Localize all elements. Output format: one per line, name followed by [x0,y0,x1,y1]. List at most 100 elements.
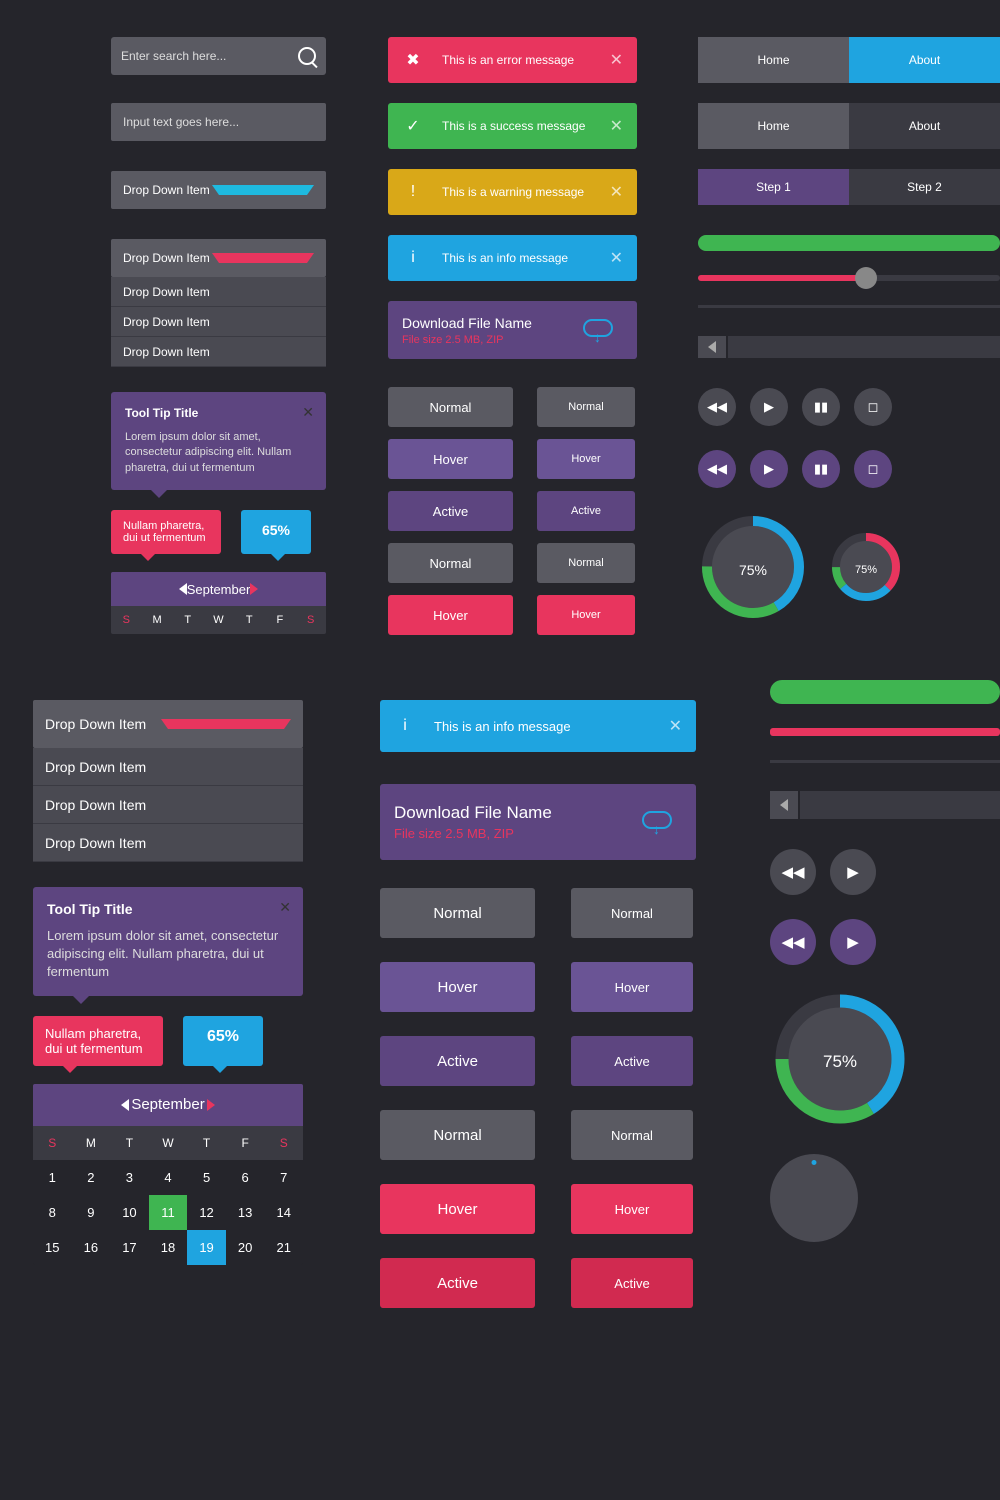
cloud-download-icon[interactable] [642,811,672,829]
step-2[interactable]: Step 2 [849,169,1000,205]
stop-button[interactable]: ◻ [854,450,892,488]
button-normal[interactable]: Normal [380,1110,535,1160]
close-icon[interactable]: ✕ [610,182,623,202]
calendar-day[interactable]: 18 [149,1230,188,1265]
slider-knob[interactable] [855,267,877,289]
button-hover[interactable]: Hover [537,439,635,479]
dropdown-item[interactable]: Drop Down Item [111,307,326,337]
pause-button[interactable]: ▮▮ [802,450,840,488]
calendar-day[interactable]: 3 [110,1160,149,1195]
calendar[interactable]: September S M T W T F S [111,572,326,634]
text-input[interactable]: Input text goes here... [111,103,326,141]
step-progress[interactable]: Step 1Step 2 [698,169,1000,205]
dial-knob[interactable] [770,1154,858,1242]
button-normal[interactable]: Normal [388,387,513,427]
back-icon[interactable] [770,791,798,819]
play-button[interactable]: ▶ [830,849,876,895]
next-month-icon[interactable] [207,1099,293,1111]
prev-month-icon[interactable] [43,1099,129,1111]
rewind-button[interactable]: ◀◀ [770,919,816,965]
slider[interactable] [770,728,1000,736]
rewind-button[interactable]: ◀◀ [770,849,816,895]
calendar-day[interactable]: 8 [33,1195,72,1230]
calendar-day[interactable]: 17 [110,1230,149,1265]
calendar-day[interactable]: 14 [264,1195,303,1230]
calendar-day[interactable]: 10 [110,1195,149,1230]
dropdown-item[interactable]: Drop Down Item [111,337,326,367]
dropdown-item[interactable]: Drop Down Item [33,748,303,786]
button-active[interactable]: Active [380,1036,535,1086]
dropdown-open[interactable]: Drop Down Item Drop Down Item Drop Down … [33,700,303,862]
rewind-button[interactable]: ◀◀ [698,388,736,426]
calendar-day[interactable]: 16 [72,1230,111,1265]
calendar-day[interactable]: 2 [72,1160,111,1195]
calendar-day[interactable]: 5 [187,1160,226,1195]
close-icon[interactable]: ✕ [279,899,291,916]
calendar-day[interactable]: 4 [149,1160,188,1195]
calendar-day[interactable]: 1 [33,1160,72,1195]
dropdown-open[interactable]: Drop Down Item Drop Down Item Drop Down … [111,239,326,367]
nav-home[interactable]: Home [698,37,849,83]
media-controls-grey[interactable]: ◀◀ ▶ ▮▮ ◻ [698,388,1000,426]
slider[interactable] [698,275,1000,281]
dropdown-closed[interactable]: Drop Down Item [111,171,326,209]
button-hover[interactable]: Hover [380,962,535,1012]
close-icon[interactable]: ✕ [610,50,623,70]
nav-about[interactable]: About [849,103,1000,149]
calendar-day[interactable]: 13 [226,1195,265,1230]
button-normal[interactable]: Normal [537,387,635,427]
button-normal[interactable]: Normal [388,543,513,583]
calendar-day[interactable]: 20 [226,1230,265,1265]
dropdown-item[interactable]: Drop Down Item [33,824,303,862]
back-icon[interactable] [698,336,726,358]
play-button[interactable]: ▶ [830,919,876,965]
calendar-day[interactable]: 6 [226,1160,265,1195]
media-controls-purple[interactable]: ◀◀ ▶ ▮▮ ◻ [698,450,1000,488]
search-input[interactable] [121,49,298,63]
button-normal[interactable]: Normal [571,1110,693,1160]
breadcrumb[interactable] [698,336,1000,358]
close-icon[interactable]: ✕ [610,116,623,136]
play-button[interactable]: ▶ [750,450,788,488]
button-hover[interactable]: Hover [388,439,513,479]
search-icon[interactable] [298,47,316,65]
calendar-day[interactable]: 15 [33,1230,72,1265]
button-active[interactable]: Active [571,1036,693,1086]
dropdown-item[interactable]: Drop Down Item [33,786,303,824]
calendar-day[interactable]: 19 [187,1230,226,1265]
search-field[interactable] [111,37,326,75]
nav-tabs[interactable]: HomeAbout [698,37,1000,83]
cloud-download-icon[interactable] [583,319,613,337]
stop-button[interactable]: ◻ [854,388,892,426]
calendar-day[interactable]: 12 [187,1195,226,1230]
button-active-pink[interactable]: Active [571,1258,693,1308]
nav-about[interactable]: About [849,37,1000,83]
pause-button[interactable]: ▮▮ [802,388,840,426]
button-hover-pink[interactable]: Hover [380,1184,535,1234]
play-button[interactable]: ▶ [750,388,788,426]
button-active[interactable]: Active [537,491,635,531]
calendar-day[interactable]: 9 [72,1195,111,1230]
button-normal[interactable]: Normal [380,888,535,938]
button-active[interactable]: Active [388,491,513,531]
nav-tabs-alt[interactable]: HomeAbout [698,103,1000,149]
button-normal[interactable]: Normal [571,888,693,938]
button-hover-pink[interactable]: Hover [388,595,513,635]
close-icon[interactable]: ✕ [610,248,623,268]
media-controls-grey[interactable]: ◀◀ ▶ [770,849,1000,895]
button-normal[interactable]: Normal [537,543,635,583]
breadcrumb[interactable] [770,791,1000,819]
download-card[interactable]: Download File NameFile size 2.5 MB, ZIP [388,301,637,359]
nav-home[interactable]: Home [698,103,849,149]
next-month-icon[interactable] [250,583,316,595]
media-controls-purple[interactable]: ◀◀ ▶ [770,919,1000,965]
dropdown-item[interactable]: Drop Down Item [111,277,326,307]
calendar-day[interactable]: 21 [264,1230,303,1265]
close-icon[interactable]: ✕ [302,404,314,421]
close-icon[interactable]: ✕ [669,716,682,736]
calendar-day[interactable]: 11 [149,1195,188,1230]
calendar-day[interactable]: 7 [264,1160,303,1195]
button-hover-pink[interactable]: Hover [537,595,635,635]
button-active-pink[interactable]: Active [380,1258,535,1308]
rewind-button[interactable]: ◀◀ [698,450,736,488]
